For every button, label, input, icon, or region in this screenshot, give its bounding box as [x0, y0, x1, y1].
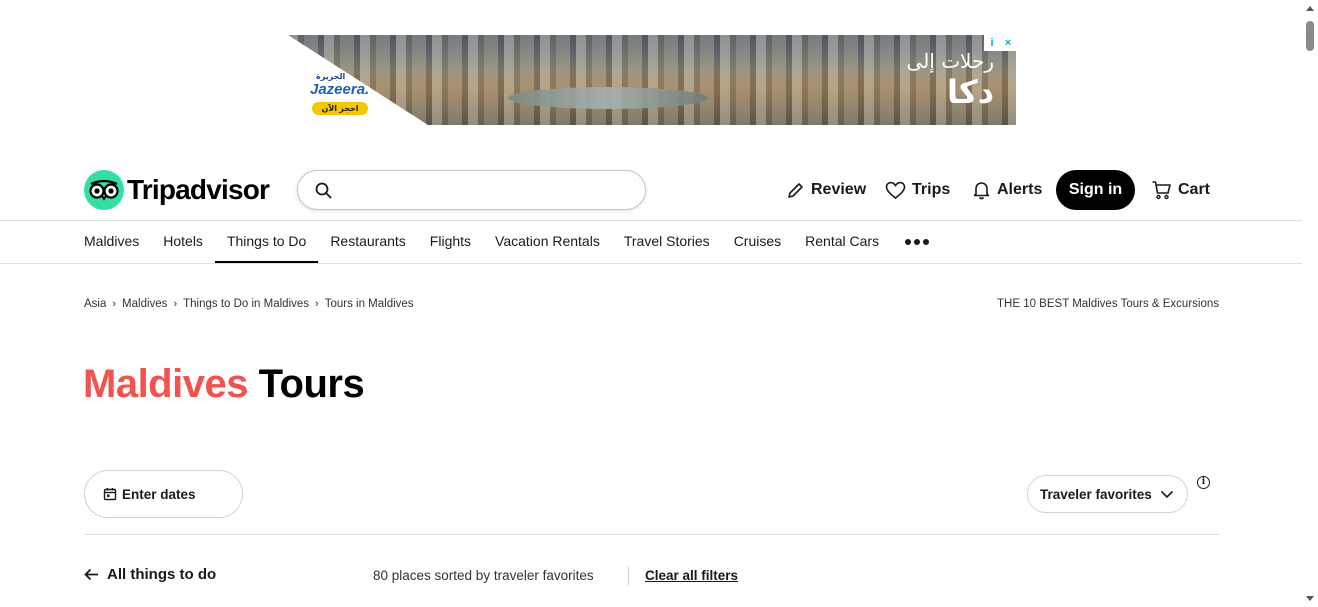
title-category: Tours	[247, 362, 365, 406]
page-title: Maldives Tours	[83, 362, 365, 407]
pencil-icon	[788, 182, 803, 198]
tab-restaurants[interactable]: Restaurants	[330, 221, 405, 263]
breadcrumb: Asia › Maldives › Things to Do in Maldiv…	[84, 298, 414, 310]
tab-travel-stories[interactable]: Travel Stories	[624, 221, 710, 263]
ad-river	[508, 87, 708, 109]
breadcrumb-tours[interactable]: Tours in Maldives	[325, 298, 414, 310]
page-scrollbar[interactable]	[1302, 0, 1318, 607]
results-separator	[628, 567, 629, 585]
trips-label: Trips	[912, 181, 951, 198]
ad-destination: دكا	[946, 73, 994, 111]
sort-label: Traveler favorites	[1040, 486, 1152, 502]
tab-hotels[interactable]: Hotels	[163, 221, 203, 263]
more-icon[interactable]	[903, 221, 930, 263]
scrollbar-thumb[interactable]	[1306, 21, 1314, 51]
bell-icon	[973, 182, 990, 200]
title-location: Maldives	[83, 362, 248, 406]
search-input[interactable]	[344, 179, 634, 201]
ad-banner[interactable]: الجزيرة Jazeera. احجز الآن رحلات إلى دكا…	[288, 35, 1016, 125]
breadcrumb-maldives[interactable]: Maldives	[122, 298, 167, 310]
breadcrumb-asia[interactable]: Asia	[84, 298, 106, 310]
alerts-link[interactable]: Alerts	[972, 170, 1042, 210]
ad-close-icon[interactable]: ×	[1000, 35, 1016, 51]
trips-link[interactable]: Trips	[885, 170, 950, 210]
ad-info-icon[interactable]: i	[984, 35, 1000, 51]
results-count: 80 places sorted by traveler favorites	[373, 568, 594, 583]
cart-link[interactable]: Cart	[1151, 170, 1210, 210]
heart-icon	[885, 181, 906, 199]
review-link[interactable]: Review	[786, 170, 866, 210]
page-subtitle: THE 10 BEST Maldives Tours & Excursions	[997, 298, 1219, 310]
filters-divider	[84, 534, 1220, 535]
cart-icon	[1152, 181, 1171, 200]
arrow-left-icon	[84, 568, 98, 581]
ad-book-now-button[interactable]: احجز الآن	[312, 102, 368, 115]
scroll-up-icon[interactable]	[1306, 6, 1314, 11]
scroll-down-icon[interactable]	[1306, 596, 1314, 601]
sort-dropdown[interactable]: Traveler favorites	[1027, 475, 1188, 513]
chevron-right-icon: ›	[112, 298, 117, 310]
enter-dates-label: Enter dates	[122, 486, 196, 502]
search-bar[interactable]	[297, 170, 646, 210]
tab-cruises[interactable]: Cruises	[734, 221, 781, 263]
chevron-right-icon: ›	[315, 298, 319, 310]
ad-choices[interactable]: i ×	[984, 35, 1016, 51]
category-tabs: Maldives Hotels Things to Do Restaurants…	[84, 221, 930, 263]
alerts-label: Alerts	[997, 181, 1043, 198]
ad-headline: رحلات إلى	[906, 49, 994, 73]
tabs-divider	[0, 263, 1302, 264]
tripadvisor-logo[interactable]: Tripadvisor	[84, 170, 270, 210]
chevron-right-icon: ›	[173, 298, 178, 310]
enter-dates-button[interactable]: Enter dates	[84, 470, 243, 518]
sign-in-button[interactable]: Sign in	[1056, 170, 1135, 210]
owl-logo-icon	[84, 170, 124, 210]
clear-filters-link[interactable]: Clear all filters	[645, 568, 738, 583]
chevron-down-icon	[1160, 490, 1173, 498]
tab-vacation-rentals[interactable]: Vacation Rentals	[495, 221, 600, 263]
tab-maldives[interactable]: Maldives	[84, 221, 139, 263]
ad-brand-logo: Jazeera.	[310, 81, 370, 98]
all-things-to-do-link[interactable]: All things to do	[84, 566, 216, 583]
ad-brand-arabic: الجزيرة	[316, 72, 346, 81]
info-icon[interactable]: i	[1197, 476, 1210, 489]
tab-things-to-do[interactable]: Things to Do	[214, 221, 319, 263]
cart-label: Cart	[1178, 181, 1211, 198]
all-things-to-do-label: All things to do	[107, 566, 217, 583]
calendar-icon	[103, 488, 117, 501]
breadcrumb-things-to-do[interactable]: Things to Do in Maldives	[183, 298, 309, 310]
search-icon	[315, 182, 332, 199]
review-label: Review	[811, 181, 867, 198]
logo-wordmark: Tripadvisor	[127, 174, 270, 205]
tab-rental-cars[interactable]: Rental Cars	[805, 221, 879, 263]
tab-flights[interactable]: Flights	[430, 221, 471, 263]
